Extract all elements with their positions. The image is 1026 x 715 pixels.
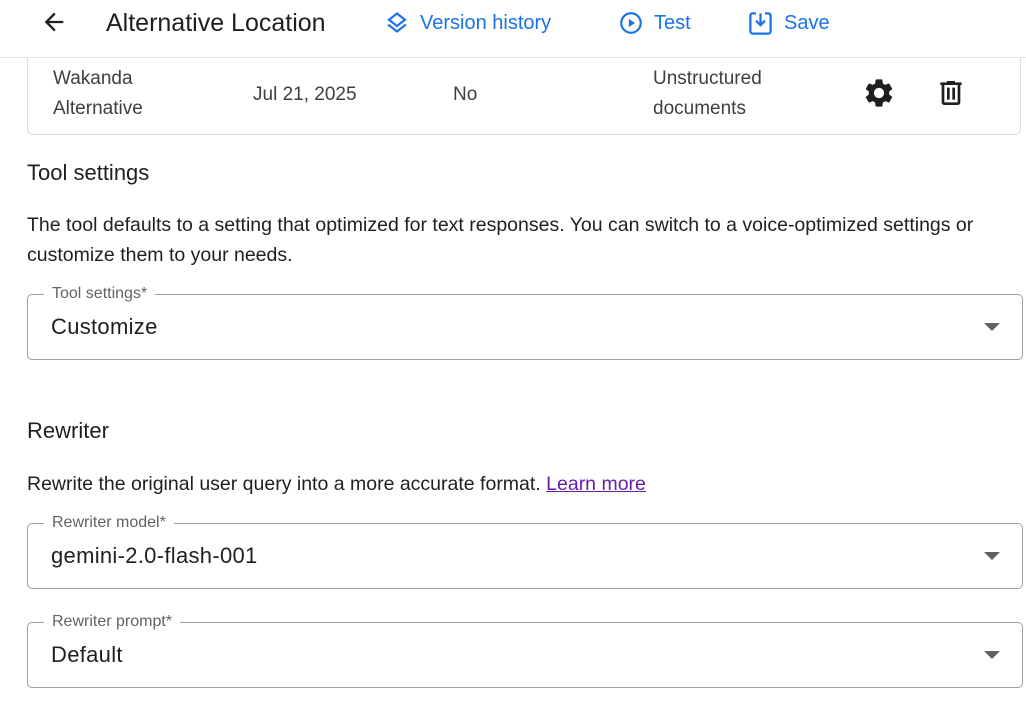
trash-icon <box>935 77 967 114</box>
tool-settings-value: Customize <box>51 314 158 339</box>
data-store-flag: No <box>453 84 478 105</box>
data-store-name: Wakanda Alternative <box>53 68 143 119</box>
arrow-back-icon <box>40 8 68 41</box>
rewriter-prompt-label: Rewriter prompt* <box>44 611 181 633</box>
version-history-button[interactable]: Version history <box>384 8 551 38</box>
dropdown-arrow-icon <box>984 651 1000 659</box>
delete-button[interactable] <box>933 77 969 113</box>
rewriter-description: Rewrite the original user query into a m… <box>27 469 1007 499</box>
settings-gear-icon <box>862 76 896 115</box>
rewriter-prompt-value: Default <box>51 642 123 667</box>
back-button[interactable] <box>34 4 74 44</box>
rewriter-model-label: Rewriter model* <box>44 512 174 534</box>
save-button[interactable]: Save <box>747 8 830 38</box>
rewriter-model-value: gemini-2.0-flash-001 <box>51 543 258 568</box>
top-app-bar: Alternative Location Version history Tes… <box>0 0 1026 58</box>
rewriter-heading: Rewriter <box>27 418 109 443</box>
play-circle-icon <box>618 10 644 36</box>
save-icon <box>747 10 774 37</box>
version-history-label: Version history <box>420 11 552 34</box>
test-button[interactable]: Test <box>618 8 691 38</box>
tool-settings-select[interactable]: Tool settings* Customize <box>27 283 1023 360</box>
rewriter-description-text: Rewrite the original user query into a m… <box>27 473 541 495</box>
tool-settings-label: Tool settings* <box>44 283 156 305</box>
learn-more-link[interactable]: Learn more <box>546 473 646 495</box>
tool-settings-heading: Tool settings <box>27 160 150 185</box>
settings-button[interactable] <box>861 77 897 113</box>
data-store-type: Unstructured documents <box>653 68 762 119</box>
rewriter-model-select[interactable]: Rewriter model* gemini-2.0-flash-001 <box>27 512 1023 589</box>
layers-icon <box>384 10 410 36</box>
dropdown-arrow-icon <box>984 323 1000 331</box>
test-label: Test <box>654 11 691 34</box>
data-store-row: Wakanda Alternative Jul 21, 2025 No Unst… <box>27 58 1021 135</box>
dropdown-arrow-icon <box>984 552 1000 560</box>
rewriter-prompt-select[interactable]: Rewriter prompt* Default <box>27 611 1023 688</box>
data-store-date: Jul 21, 2025 <box>253 84 357 105</box>
save-label: Save <box>784 11 830 34</box>
page-title: Alternative Location <box>106 9 326 37</box>
tool-settings-description: The tool defaults to a setting that opti… <box>27 214 974 266</box>
